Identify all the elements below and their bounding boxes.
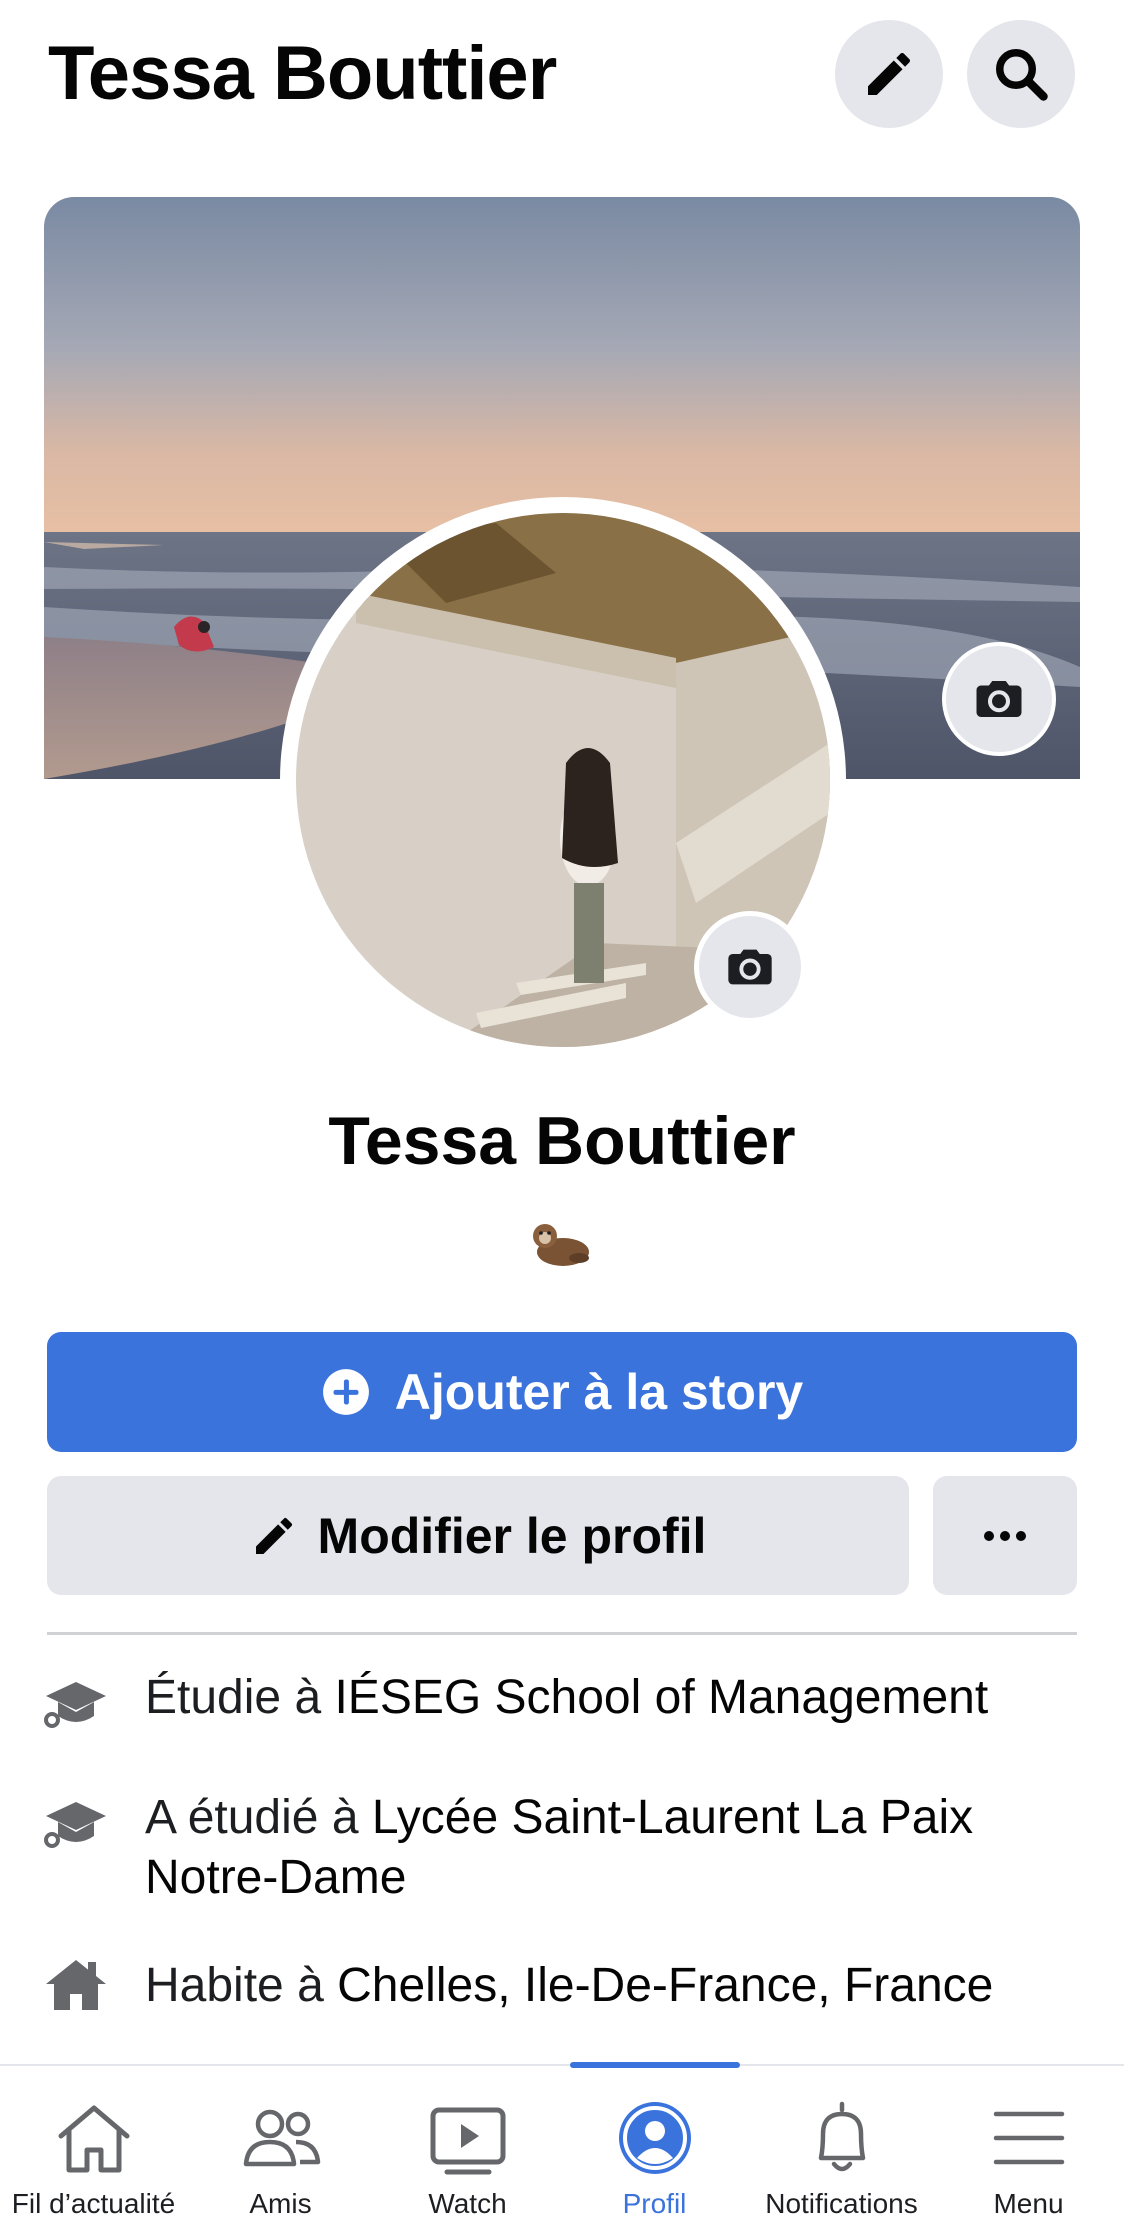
page-title: Tessa Bouttier	[48, 31, 557, 116]
edit-profile-label: Modifier le profil	[317, 1507, 707, 1564]
nav-label: Profil	[622, 2188, 687, 2219]
search-icon	[996, 49, 1048, 101]
graduation-cap-icon	[44, 1802, 106, 1848]
nav-label: Fil d’actualité	[11, 2188, 176, 2219]
nav-label: Watch	[428, 2188, 507, 2219]
pencil-icon	[255, 1517, 292, 1554]
nav-item-news-feed[interactable]: Fil d’actualité	[0, 2066, 187, 2239]
nav-item-profile[interactable]: Profil	[561, 2066, 748, 2239]
graduation-cap-icon	[44, 1682, 106, 1728]
watch-icon	[430, 2107, 505, 2175]
profile-icon	[618, 2102, 691, 2174]
profile-camera-button[interactable]	[694, 911, 806, 1023]
home-icon	[46, 1960, 106, 2010]
more-icon	[984, 1530, 1026, 1541]
more-options-button[interactable]	[933, 1476, 1077, 1595]
camera-icon	[728, 949, 772, 985]
bell-icon	[818, 2101, 865, 2172]
bottom-navigation: Fil d’actualité Amis Watch Profil Notifi…	[0, 2062, 1124, 2239]
home-icon	[58, 2105, 129, 2173]
nav-item-menu[interactable]: Menu	[935, 2066, 1122, 2239]
detail-prefix: Étudie à	[145, 1671, 335, 1724]
cover-camera-button[interactable]	[942, 642, 1056, 756]
plus-circle-icon	[322, 1369, 369, 1415]
nav-item-watch[interactable]: Watch	[374, 2066, 561, 2239]
detail-value[interactable]: IÉSEG School of Management	[334, 1671, 988, 1724]
detail-prefix: Habite à	[145, 1959, 338, 2012]
friends-icon	[243, 2109, 320, 2167]
edit-button[interactable]	[835, 20, 943, 128]
detail-value[interactable]: Chelles, Ile-De-France, France	[337, 1959, 993, 2012]
nav-item-notifications[interactable]: Notifications	[748, 2066, 935, 2239]
search-button[interactable]	[967, 20, 1075, 128]
edit-profile-button[interactable]: Modifier le profil	[47, 1476, 909, 1595]
nav-label: Notifications	[765, 2188, 918, 2219]
pencil-icon	[868, 52, 911, 95]
detail-prefix: A étudié à	[145, 1791, 372, 1844]
divider	[47, 1632, 1077, 1635]
add-to-story-label: Ajouter à la story	[394, 1364, 804, 1420]
otter-icon	[527, 1214, 597, 1274]
nav-label: Menu	[993, 2188, 1064, 2219]
profile-name: Tessa Bouttier	[328, 1103, 796, 1179]
menu-icon	[993, 2111, 1064, 2165]
nav-label: Amis	[249, 2188, 312, 2219]
camera-icon	[976, 681, 1022, 717]
add-to-story-button[interactable]: Ajouter à la story	[47, 1332, 1077, 1452]
nav-item-friends[interactable]: Amis	[187, 2066, 374, 2239]
